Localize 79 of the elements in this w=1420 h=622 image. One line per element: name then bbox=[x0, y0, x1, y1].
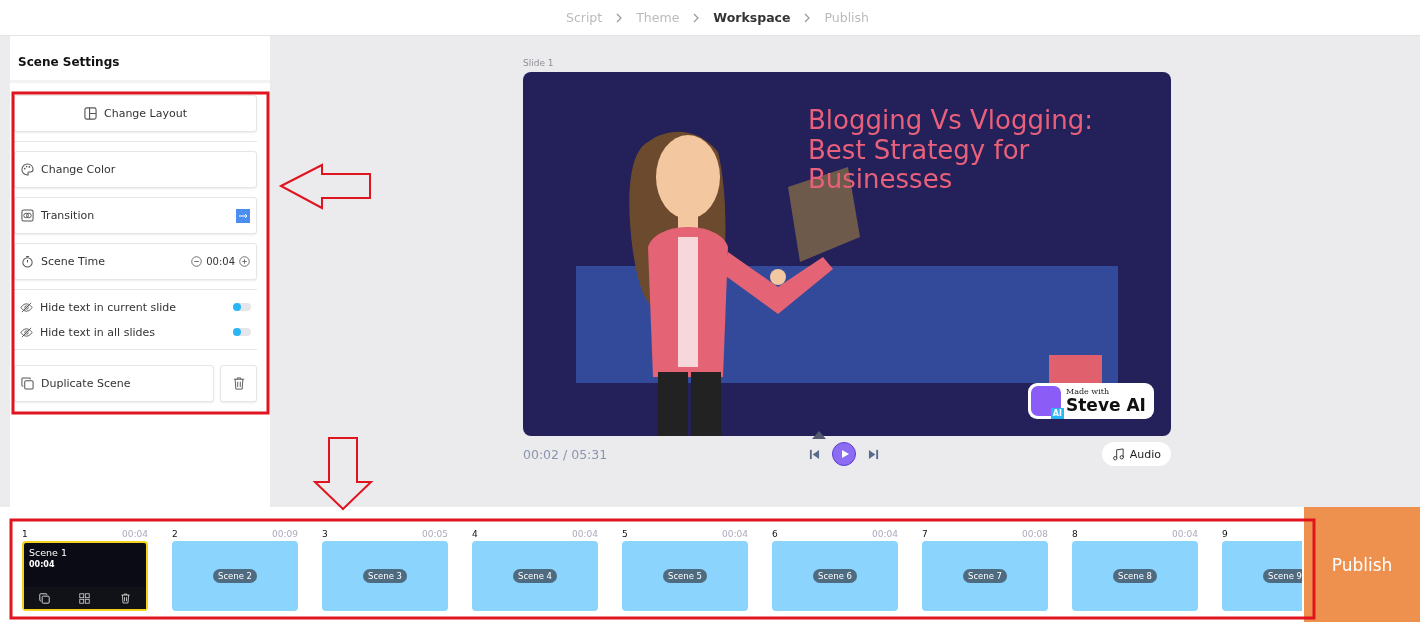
palette-icon bbox=[21, 163, 34, 176]
music-note-icon bbox=[1111, 447, 1125, 461]
scene-number: 4 bbox=[472, 529, 478, 541]
minus-icon[interactable] bbox=[191, 256, 203, 267]
scene-label: Scene 2 bbox=[213, 569, 257, 583]
toggle-label: Hide text in all slides bbox=[40, 325, 156, 339]
badge-caption: Made with bbox=[1066, 387, 1111, 396]
transition-row[interactable]: Transition bbox=[14, 197, 257, 234]
scene-label: Scene 7 bbox=[963, 569, 1007, 583]
scene-thumbnail[interactable]: Scene 1 00:04 bbox=[22, 541, 148, 611]
scene-label: Scene 8 bbox=[1113, 569, 1157, 583]
scene-number: 8 bbox=[1072, 529, 1078, 541]
stopwatch-icon bbox=[21, 255, 34, 268]
brand-name: Steve AI bbox=[1066, 396, 1146, 415]
transition-icon bbox=[21, 209, 34, 222]
plus-icon[interactable] bbox=[239, 256, 250, 267]
slide-title: Blogging Vs Vlogging: Best Strategy for Businesses bbox=[808, 106, 1093, 195]
scene-thumbnail[interactable]: Scene 8 bbox=[1072, 541, 1198, 611]
scene-number: 6 bbox=[772, 529, 778, 541]
scene-label: Scene 4 bbox=[513, 569, 557, 583]
trash-icon[interactable] bbox=[120, 592, 132, 604]
scene-label: Scene 5 bbox=[663, 569, 707, 583]
scene-duration: 00:04 bbox=[572, 529, 598, 541]
scene-time: 00:04 bbox=[29, 560, 55, 569]
playhead-marker-icon[interactable] bbox=[812, 431, 826, 439]
play-button[interactable] bbox=[832, 442, 856, 466]
scene-number: 2 bbox=[172, 529, 178, 541]
scene-number: 9 bbox=[1222, 529, 1228, 541]
scene-thumbnail[interactable]: Scene 5 bbox=[622, 541, 748, 611]
scene-thumbnail[interactable]: Scene 7 bbox=[922, 541, 1048, 611]
scene-thumbnail[interactable]: Scene 4 bbox=[472, 541, 598, 611]
scene-thumbnail[interactable]: Scene 3 bbox=[322, 541, 448, 611]
scene-time-label: Scene Time bbox=[41, 255, 106, 268]
toggle-switch[interactable] bbox=[233, 328, 251, 336]
scene-title: Scene 1 bbox=[29, 547, 68, 558]
scene-duration: 00:04 bbox=[122, 529, 148, 541]
chevron-icon bbox=[693, 12, 700, 23]
eye-off-icon bbox=[20, 325, 33, 339]
chevron-icon bbox=[804, 12, 811, 23]
scene-number: 5 bbox=[622, 529, 628, 541]
playback-time: 00:02 / 05:31 bbox=[523, 446, 608, 462]
play-icon bbox=[840, 449, 850, 459]
scene-duration: 00:04 bbox=[1172, 529, 1198, 541]
scene-number: 7 bbox=[922, 529, 928, 541]
toggle-label: Hide text in current slide bbox=[40, 300, 178, 314]
scene-thumbnail[interactable]: Scene 9 bbox=[1222, 541, 1302, 611]
scene-duration: 00:05 bbox=[422, 529, 448, 541]
scene-duration: 00:08 bbox=[1022, 529, 1048, 541]
eye-off-icon bbox=[20, 300, 33, 314]
transition-label: Transition bbox=[41, 209, 96, 222]
arrow-right-icon[interactable] bbox=[236, 208, 250, 223]
duplicate-scene-button[interactable]: Duplicate Scene bbox=[14, 365, 214, 402]
copy-icon bbox=[21, 377, 34, 390]
step-tab[interactable]: Workspace bbox=[713, 10, 791, 25]
scene-duration: 00:04 bbox=[722, 529, 748, 541]
change-color-button[interactable]: Change Color bbox=[14, 151, 257, 188]
trash-icon bbox=[232, 376, 245, 391]
scene-number: 3 bbox=[322, 529, 328, 541]
grid-icon[interactable] bbox=[79, 592, 91, 604]
toggle-switch[interactable] bbox=[233, 303, 251, 311]
layout-icon bbox=[84, 107, 97, 120]
scene-duration: 00:09 bbox=[272, 529, 298, 541]
copy-icon[interactable] bbox=[38, 592, 50, 604]
scene-label: Scene 9 bbox=[1263, 569, 1302, 583]
scene-thumbnail[interactable]: Scene 2 bbox=[172, 541, 298, 611]
delete-button[interactable] bbox=[220, 365, 257, 402]
slide-label: Slide 1 bbox=[523, 58, 555, 70]
scene-label: Scene 6 bbox=[813, 569, 857, 583]
skip-back-icon[interactable] bbox=[809, 448, 820, 460]
change-layout-button[interactable]: Change Layout bbox=[14, 95, 257, 132]
logo-icon: AI bbox=[1031, 386, 1061, 416]
scene-time-value: 00:04 bbox=[206, 256, 235, 267]
scene-thumbnail[interactable]: Scene 6 bbox=[772, 541, 898, 611]
skip-forward-icon[interactable] bbox=[868, 448, 879, 460]
audio-button[interactable]: Audio bbox=[1101, 442, 1171, 466]
scene-number: 1 bbox=[22, 529, 28, 541]
scene-label: Scene 3 bbox=[363, 569, 407, 583]
chevron-icon bbox=[616, 12, 623, 23]
scene-duration: 00:04 bbox=[872, 529, 898, 541]
